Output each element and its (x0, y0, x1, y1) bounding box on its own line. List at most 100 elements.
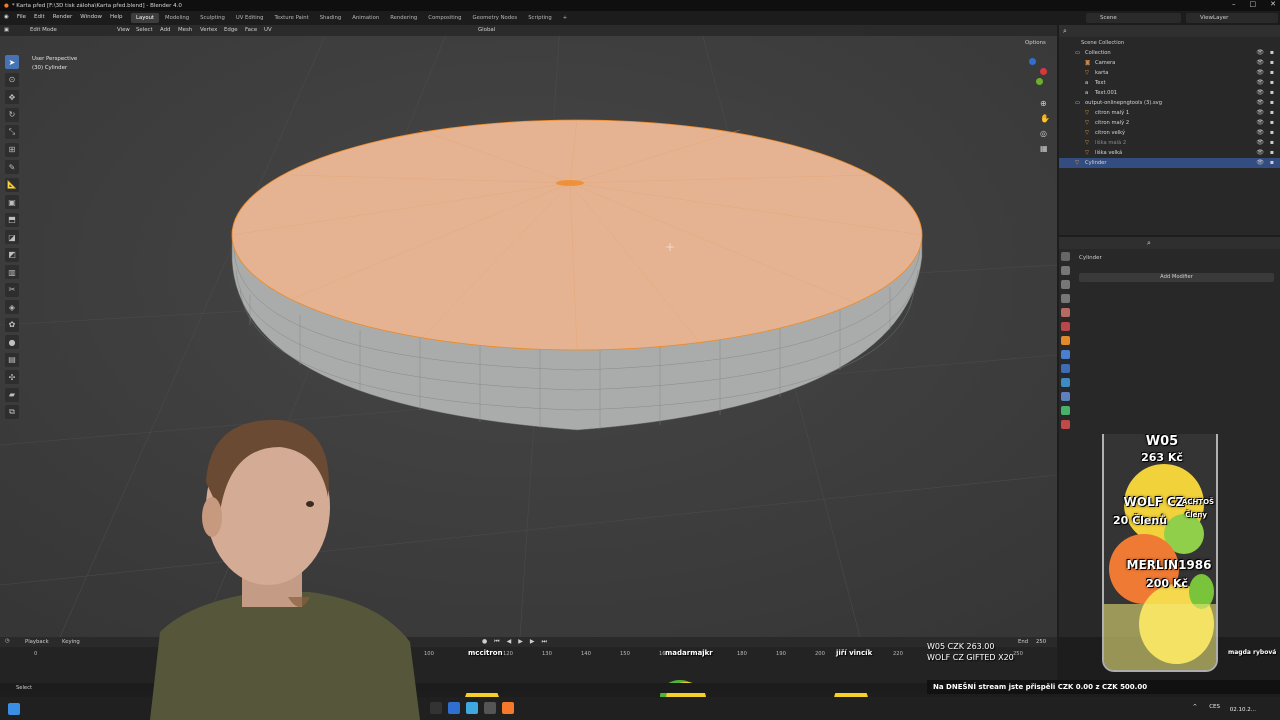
visibility-eye-icon[interactable]: 👁 (1256, 88, 1264, 98)
edge-slide-tool-icon[interactable]: ▤ (5, 352, 19, 367)
tab-modeling[interactable]: Modeling (160, 13, 194, 23)
app-icon[interactable] (430, 702, 442, 714)
minimize-button[interactable]: – (1232, 0, 1236, 8)
extrude-tool-icon[interactable]: ⬒ (5, 212, 19, 227)
axis-y-icon[interactable] (1036, 78, 1043, 85)
shrink-fatten-tool-icon[interactable]: ✣ (5, 370, 19, 384)
object-tab-icon[interactable] (1061, 336, 1070, 345)
timeline-editor-icon[interactable]: ◷ (5, 638, 10, 644)
visibility-eye-icon[interactable]: 👁 (1256, 138, 1264, 148)
annotate-tool-icon[interactable]: ✎ (5, 160, 19, 174)
outliner-item[interactable]: ▽ citron malý 2 👁 ▪ (1059, 118, 1280, 128)
render-camera-icon[interactable]: ▪ (1270, 128, 1274, 138)
visibility-eye-icon[interactable]: 👁 (1256, 78, 1264, 88)
particles-tab-icon[interactable] (1061, 364, 1070, 373)
view-menu[interactable]: View (117, 27, 130, 33)
jump-start-icon[interactable]: ⏮ (494, 638, 499, 646)
poly-build-tool-icon[interactable]: ◈ (5, 300, 19, 314)
move-tool-icon[interactable]: ✥ (5, 90, 19, 104)
render-camera-icon[interactable]: ▪ (1270, 138, 1274, 148)
tab-geometry-nodes[interactable]: Geometry Nodes (468, 13, 523, 23)
app-icon[interactable] (466, 702, 478, 714)
visibility-eye-icon[interactable]: 👁 (1256, 108, 1264, 118)
transform-orientation[interactable]: Global (478, 27, 495, 33)
mode-selector[interactable]: Edit Mode (30, 27, 57, 33)
vertex-menu[interactable]: Vertex (200, 27, 217, 33)
filter-icon[interactable]: ⌕ (1063, 27, 1067, 36)
knife-tool-icon[interactable]: ✂ (5, 282, 19, 297)
tab-compositing[interactable]: Compositing (423, 13, 466, 23)
select-box-tool-icon[interactable]: ➤ (5, 55, 19, 69)
tab-rendering[interactable]: Rendering (385, 13, 422, 23)
tab-animation[interactable]: Animation (347, 13, 384, 23)
menu-help[interactable]: Help (110, 14, 123, 20)
add-cube-tool-icon[interactable]: ▣ (5, 195, 19, 209)
view-layer-tab-icon[interactable] (1061, 294, 1070, 303)
axis-x-icon[interactable] (1040, 68, 1047, 75)
tab-sculpting[interactable]: Sculpting (195, 13, 230, 23)
constraints-tab-icon[interactable] (1061, 392, 1070, 401)
play-icon[interactable]: ▶ (518, 638, 523, 646)
tab-layout[interactable]: Layout (131, 13, 160, 23)
edge-menu[interactable]: Edge (224, 27, 238, 33)
taskbar-clock[interactable]: 02.10.2... (1230, 707, 1256, 713)
visibility-eye-icon[interactable]: 👁 (1256, 128, 1264, 138)
windows-start-icon[interactable] (8, 702, 20, 715)
render-camera-icon[interactable]: ▪ (1270, 58, 1274, 68)
add-workspace-button[interactable]: + (558, 13, 572, 23)
outliner-item[interactable]: ▽ citron malý 1 👁 ▪ (1059, 108, 1280, 118)
outliner-item[interactable]: a Text.001 👁 ▪ (1059, 88, 1280, 98)
scene-selector[interactable]: Scene (1086, 13, 1181, 23)
keying-menu[interactable]: Keying (62, 639, 80, 645)
cursor-tool-icon[interactable]: ⊙ (5, 72, 19, 87)
output-tab-icon[interactable] (1061, 280, 1070, 289)
camera-view-icon[interactable]: ◎ (1040, 126, 1054, 141)
data-tab-icon[interactable] (1061, 406, 1070, 415)
uv-menu[interactable]: UV (264, 27, 272, 33)
scale-tool-icon[interactable]: ⤡ (5, 125, 19, 139)
measure-tool-icon[interactable]: 📐 (5, 177, 19, 192)
menu-render[interactable]: Render (53, 14, 73, 20)
visibility-eye-icon[interactable]: 👁 (1256, 58, 1264, 68)
visibility-eye-icon[interactable]: 👁 (1256, 148, 1264, 158)
spin-tool-icon[interactable]: ✿ (5, 317, 19, 332)
add-modifier-button[interactable]: Add Modifier (1079, 273, 1274, 282)
outliner-item[interactable]: ▭ Collection 👁 ▪ (1059, 48, 1280, 58)
outliner-item[interactable]: ◙ Camera 👁 ▪ (1059, 58, 1280, 68)
outliner-item[interactable]: ▽ Cylinder 👁 ▪ (1059, 158, 1280, 168)
zoom-icon[interactable]: ⊕ (1040, 96, 1054, 111)
maximize-button[interactable]: □ (1250, 0, 1257, 8)
playback-menu[interactable]: Playback (25, 639, 49, 645)
ortho-toggle-icon[interactable]: ▦ (1040, 141, 1054, 156)
outliner-item[interactable]: ▽ citron velký 👁 ▪ (1059, 128, 1280, 138)
bevel-tool-icon[interactable]: ◩ (5, 247, 19, 262)
app-icon[interactable] (484, 702, 496, 714)
render-camera-icon[interactable]: ▪ (1270, 158, 1274, 168)
blender-app-icon[interactable] (502, 702, 514, 714)
visibility-eye-icon[interactable]: 👁 (1256, 98, 1264, 108)
blender-menu-icon[interactable]: ◉ (4, 14, 9, 20)
shear-tool-icon[interactable]: ▰ (5, 387, 19, 402)
visibility-eye-icon[interactable]: 👁 (1256, 48, 1264, 58)
menu-edit[interactable]: Edit (34, 14, 45, 20)
render-camera-icon[interactable]: ▪ (1270, 48, 1274, 58)
tab-texture-paint[interactable]: Texture Paint (270, 13, 314, 23)
render-camera-icon[interactable]: ▪ (1270, 98, 1274, 108)
outliner-item[interactable]: a Text 👁 ▪ (1059, 78, 1280, 88)
jump-end-icon[interactable]: ⏭ (542, 638, 547, 646)
next-key-icon[interactable]: ▶ (530, 638, 535, 646)
tool-tab-icon[interactable] (1061, 252, 1070, 261)
render-camera-icon[interactable]: ▪ (1270, 88, 1274, 98)
outliner-root[interactable]: Scene Collection (1059, 38, 1280, 48)
record-icon[interactable]: ● (482, 638, 487, 646)
axis-z-icon[interactable] (1029, 58, 1036, 65)
tab-shading[interactable]: Shading (315, 13, 347, 23)
visibility-eye-icon[interactable]: 👁 (1256, 68, 1264, 78)
render-camera-icon[interactable]: ▪ (1270, 78, 1274, 88)
world-tab-icon[interactable] (1061, 322, 1070, 331)
properties-search-icon[interactable]: ⌕ (1147, 239, 1151, 248)
viewport-options-button[interactable]: Options (1025, 40, 1046, 46)
navigation-gizmo[interactable] (1020, 58, 1052, 90)
inset-tool-icon[interactable]: ◪ (5, 230, 19, 244)
menu-window[interactable]: Window (80, 14, 102, 20)
